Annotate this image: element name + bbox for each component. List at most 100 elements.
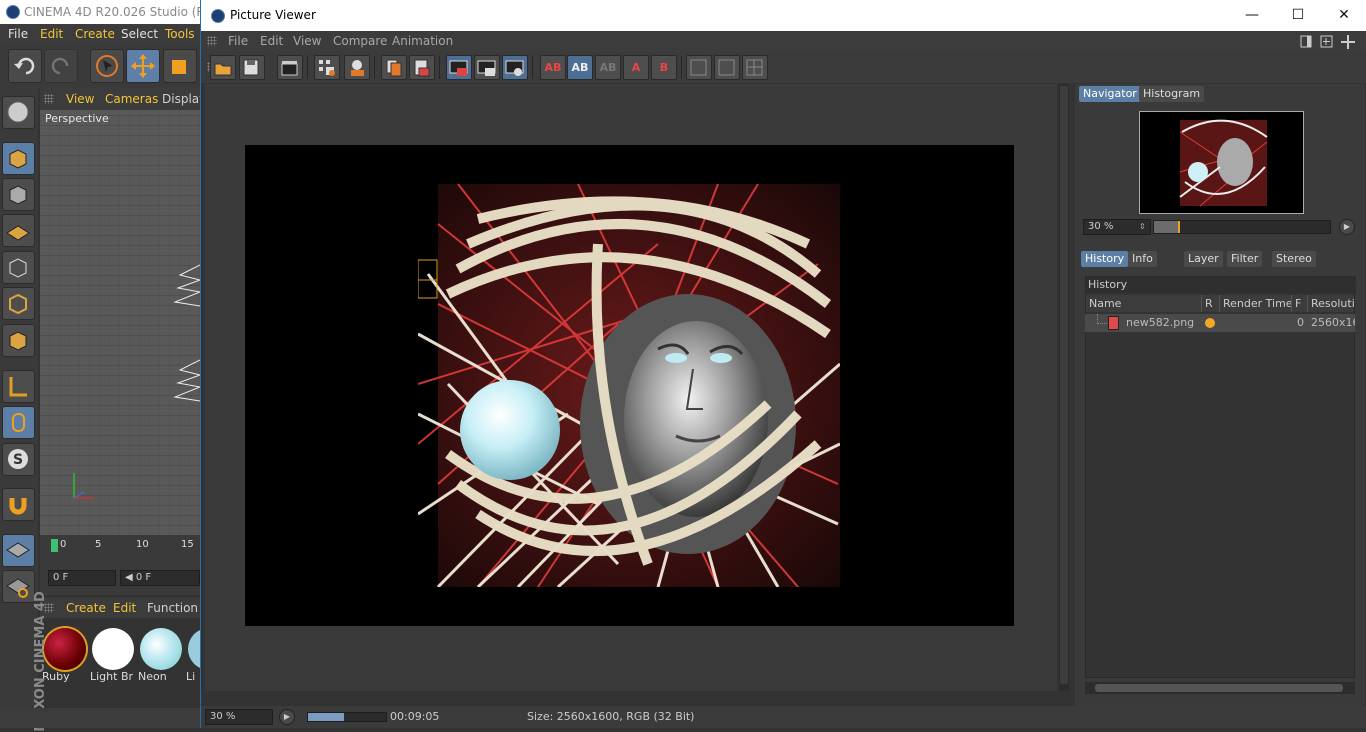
copy-button[interactable]: [381, 55, 407, 80]
history-hscrollbar[interactable]: [1085, 682, 1355, 694]
c4d-menu-tools[interactable]: Tools: [165, 24, 195, 44]
save-button[interactable]: [239, 55, 265, 80]
tab-stereo[interactable]: Stereo: [1272, 251, 1316, 267]
c4d-menu-edit[interactable]: Edit: [40, 24, 63, 44]
layout-icons[interactable]: [1299, 34, 1363, 50]
viewport-label: Perspective: [45, 112, 109, 125]
tab-info[interactable]: Info: [1128, 251, 1157, 267]
model-mode-button[interactable]: [2, 142, 35, 175]
edges-icon: [9, 293, 27, 315]
navigator-play-button[interactable]: ▶: [1339, 219, 1355, 235]
layer-grid-button[interactable]: [742, 55, 768, 80]
c4d-menu-create[interactable]: Create: [75, 24, 115, 44]
col-resolution[interactable]: Resolution: [1308, 295, 1354, 312]
monitor-a-icon: [449, 60, 468, 76]
axis-gizmo-icon: [73, 473, 94, 499]
edges-mode-button[interactable]: [2, 287, 35, 320]
snap-button[interactable]: S: [2, 443, 35, 476]
current-frame-field[interactable]: ◀ 0 F: [120, 570, 200, 586]
planar-workplane-button[interactable]: [2, 570, 35, 603]
viewport-menu-view[interactable]: View: [66, 88, 94, 110]
navigator-zoom-slider[interactable]: [1153, 220, 1331, 234]
navigator-preview[interactable]: [1139, 111, 1304, 214]
material-menu-edit[interactable]: Edit: [113, 598, 136, 618]
c4d-menu-select[interactable]: Select: [121, 24, 158, 44]
tweak-button[interactable]: [2, 406, 35, 439]
vertical-scrollbar[interactable]: [1059, 84, 1069, 691]
globe-tool-button[interactable]: [2, 96, 35, 129]
pv-menu-edit[interactable]: Edit: [260, 31, 283, 52]
remove-button[interactable]: [409, 55, 435, 80]
status-zoom-field[interactable]: 30 %: [205, 709, 273, 725]
slider-handle[interactable]: [1178, 221, 1180, 233]
maximize-button[interactable]: ☐: [1275, 0, 1321, 31]
tab-navigator[interactable]: Navigator: [1079, 86, 1141, 102]
set-a-button[interactable]: A: [623, 55, 649, 80]
ab-split-button[interactable]: AB: [567, 55, 593, 80]
scroll-thumb[interactable]: [1060, 86, 1068, 684]
render-region-button[interactable]: [314, 55, 340, 80]
status-time: 00:09:05: [390, 710, 440, 723]
lock-workplane-button[interactable]: [2, 534, 35, 567]
polygons-mode-button[interactable]: [2, 324, 35, 357]
select-tool-button[interactable]: [90, 49, 124, 83]
spinner-icon[interactable]: ⇕: [1139, 219, 1151, 235]
render-settings-button[interactable]: [277, 55, 303, 80]
material-neon[interactable]: Neon: [138, 628, 184, 683]
close-button[interactable]: ✕: [1321, 0, 1366, 31]
tab-histogram[interactable]: Histogram: [1139, 86, 1205, 102]
material-menu-create[interactable]: Create: [66, 598, 106, 618]
col-frame[interactable]: F: [1292, 295, 1308, 312]
playhead[interactable]: [51, 539, 58, 552]
compare-view-button[interactable]: [502, 55, 528, 80]
redo-button[interactable]: [44, 49, 78, 83]
move-tool-button[interactable]: [126, 49, 160, 83]
col-r[interactable]: R: [1202, 295, 1220, 312]
layer-icon: [718, 59, 735, 76]
material-ruby[interactable]: Ruby: [42, 628, 88, 683]
toolbar-separator: [374, 56, 375, 79]
viewport-menu-cameras[interactable]: Cameras: [105, 88, 158, 110]
undo-button[interactable]: [8, 49, 42, 83]
pv-menu-compare[interactable]: Compare: [333, 31, 387, 52]
c4d-statusbar: [0, 708, 200, 728]
material-menu-function[interactable]: Function: [147, 598, 198, 618]
c4d-menu-file[interactable]: File: [8, 24, 28, 44]
tab-filter[interactable]: Filter: [1227, 251, 1263, 267]
points-mode-button[interactable]: [2, 251, 35, 284]
render-view-button[interactable]: [344, 55, 370, 80]
tab-history[interactable]: History: [1081, 251, 1129, 267]
compare-b-button[interactable]: [474, 55, 500, 80]
timeline[interactable]: 0 5 10 15: [40, 535, 200, 565]
pv-menu-file[interactable]: File: [228, 31, 248, 52]
material-light-bulb[interactable]: Light Br: [90, 628, 136, 683]
material-partial[interactable]: Li: [186, 628, 200, 683]
ab-diff-button[interactable]: AB: [595, 55, 621, 80]
start-frame-field[interactable]: 0 F: [48, 570, 116, 586]
axis-button[interactable]: [2, 370, 35, 403]
open-button[interactable]: [210, 55, 236, 80]
col-name[interactable]: Name: [1086, 295, 1202, 312]
perspective-viewport[interactable]: Perspective: [40, 110, 200, 535]
history-row[interactable]: new582.png 0 2560x16: [1085, 314, 1355, 332]
compare-a-button[interactable]: [446, 55, 472, 80]
horizontal-scrollbar[interactable]: [205, 691, 1057, 701]
pv-menu-animation[interactable]: Animation: [392, 31, 453, 52]
layer-a-button[interactable]: [686, 55, 712, 80]
ab-compare-button[interactable]: AB: [540, 55, 566, 80]
scroll-thumb[interactable]: [1095, 684, 1343, 692]
tab-layer[interactable]: Layer: [1184, 251, 1223, 267]
set-b-button[interactable]: B: [651, 55, 677, 80]
col-render-time[interactable]: Render Time: [1220, 295, 1292, 312]
workplane-button[interactable]: [2, 214, 35, 247]
minimize-button[interactable]: —: [1229, 0, 1275, 31]
texture-mode-button[interactable]: [2, 178, 35, 211]
history-tabs: History Info Layer Filter Stereo: [1079, 251, 1366, 269]
pv-menu-view[interactable]: View: [293, 31, 321, 52]
scale-tool-button[interactable]: [163, 49, 197, 83]
layer-b-button[interactable]: [714, 55, 740, 80]
grid-orange-icon: [6, 578, 30, 598]
magnet-button[interactable]: [2, 488, 35, 521]
play-button[interactable]: ▶: [279, 709, 295, 725]
toolbar-separator: [307, 56, 308, 79]
